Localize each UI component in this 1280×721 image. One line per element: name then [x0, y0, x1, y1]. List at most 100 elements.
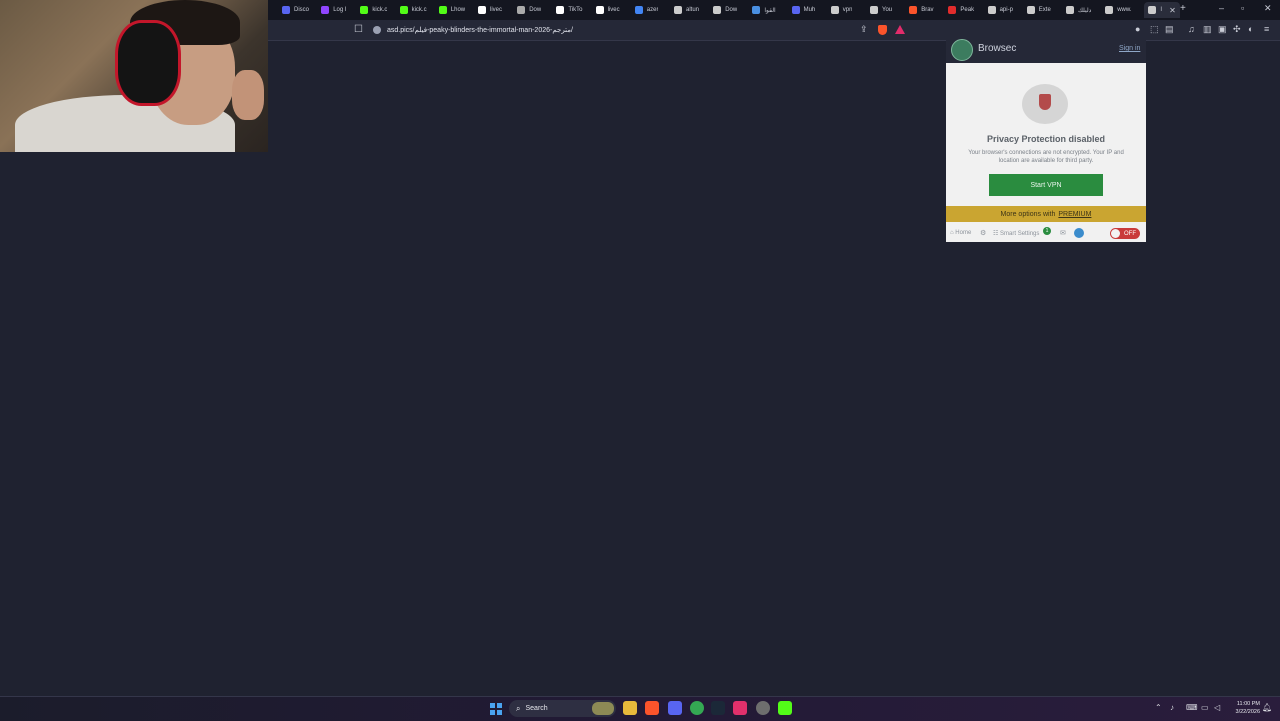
brave-shields-icon[interactable] — [878, 25, 887, 35]
tab-label: Peak — [960, 7, 975, 13]
close-window-button[interactable]: ✕ — [1264, 3, 1272, 14]
extensions-icon[interactable]: ⬚ — [1150, 24, 1159, 35]
browser-tab[interactable]: kick.c — [399, 2, 427, 18]
browser-tab[interactable]: TikTo — [556, 2, 583, 18]
brave-browser-icon[interactable] — [645, 701, 659, 715]
browser-tab[interactable]: livec — [595, 2, 620, 18]
browsec-header: Browsec Sign in — [946, 36, 1146, 63]
tab-label: azer — [646, 7, 659, 13]
browser-tab[interactable]: Brav — [909, 2, 934, 18]
tab-favicon-icon — [674, 6, 682, 14]
mail-icon[interactable]: ✉ — [1060, 229, 1066, 237]
vpn-icon[interactable]: ◐ — [1248, 24, 1253, 34]
browser-tab[interactable]: القوا — [752, 2, 776, 18]
premium-link[interactable]: PREMIUM — [1058, 211, 1091, 218]
close-tab-icon[interactable]: ✕ — [1169, 6, 1176, 15]
browser-tab[interactable]: Muh — [791, 2, 815, 18]
file-explorer-icon[interactable] — [623, 701, 637, 715]
display-icon[interactable]: ▭ — [1201, 703, 1209, 712]
browser-tab[interactable]: Dow — [517, 2, 541, 18]
start-vpn-button[interactable]: Start VPN — [989, 174, 1103, 196]
minimize-button[interactable]: – — [1219, 3, 1224, 13]
taskbar-search[interactable]: ⌕ Search — [509, 700, 616, 717]
address-bar[interactable]: asd.pics/فيلم-peaky-blinders-the-immorta… — [368, 22, 908, 38]
search-icon: ⌕ — [516, 703, 521, 713]
smart-settings-tab[interactable]: ☷ Smart Settings — [993, 230, 1039, 237]
reading-list-icon[interactable]: ▤ — [1165, 24, 1174, 35]
tab-label: Exte — [1038, 7, 1051, 13]
tray-overflow-icon[interactable]: ⌃ — [1155, 703, 1162, 712]
browser-tab[interactable]: Log I — [321, 2, 347, 18]
browser-tab[interactable]: دليلك — [1066, 2, 1091, 18]
discord-icon[interactable] — [668, 701, 682, 715]
clock-time: 11:00 PM — [1236, 701, 1260, 707]
steam-icon[interactable] — [711, 701, 725, 715]
browser-tab[interactable]: kick.c — [360, 2, 387, 18]
tab-favicon-icon — [1066, 6, 1074, 14]
sidebar-icon[interactable]: ▥ — [1203, 24, 1212, 35]
browser-tab[interactable]: api-p — [987, 2, 1013, 18]
more-options-banner[interactable]: More options with PREMIUM — [946, 206, 1146, 222]
site-info-icon[interactable] — [373, 26, 381, 34]
browser-tab[interactable]: Dow — [713, 2, 737, 18]
tab-label: Log I — [333, 7, 347, 13]
brave-rewards-icon[interactable] — [895, 25, 905, 34]
browser-tab[interactable]: I ✕ — [1144, 2, 1180, 18]
tab-label: TikTo — [568, 7, 583, 13]
tab-favicon-icon — [909, 6, 918, 14]
tab-favicon-icon — [830, 6, 839, 14]
puzzle-icon[interactable]: ✣ — [1233, 24, 1241, 35]
settings-icon[interactable]: ⚙ — [980, 229, 986, 237]
browser-tab[interactable]: Peak — [948, 2, 974, 18]
sign-in-link[interactable]: Sign in — [1119, 45, 1140, 52]
browsec-footer: ⌂ Home ⚙ ☷ Smart Settings 1 ✉ OFF — [946, 225, 1146, 242]
browser-tab[interactable]: altun — [674, 2, 699, 18]
toggle-knob — [1111, 229, 1120, 238]
browser-tab[interactable]: Exte — [1026, 2, 1051, 18]
browser-tab[interactable]: Lhow — [438, 2, 466, 18]
browser-tab[interactable]: azer — [634, 2, 659, 18]
protection-description: Your browser's connections are not encry… — [968, 150, 1124, 164]
vpn-toggle[interactable]: OFF — [1110, 228, 1140, 239]
url-text[interactable]: asd.pics/فيلم-peaky-blinders-the-immorta… — [387, 26, 573, 34]
tab-favicon-icon — [399, 6, 408, 14]
kick-icon[interactable] — [778, 701, 792, 715]
tab-favicon-icon — [791, 6, 800, 14]
bookmark-icon[interactable]: ☐ — [354, 24, 363, 35]
maximize-button[interactable]: ▫ — [1241, 3, 1244, 13]
telegram-icon[interactable] — [1074, 228, 1084, 238]
shield-emblem-icon — [1039, 94, 1051, 110]
keyboard-icon[interactable]: ⌨ — [1186, 703, 1198, 712]
browser-tab[interactable]: vpn — [830, 2, 852, 18]
browser-tab[interactable]: Disco — [282, 2, 309, 18]
tab-label: Lhow — [450, 7, 466, 13]
system-clock[interactable]: 11:00 PM 3/22/2026 — [1228, 700, 1260, 716]
record-icon[interactable]: ● — [1135, 24, 1140, 34]
wallet-icon[interactable]: ▣ — [1218, 24, 1227, 35]
toggle-label: OFF — [1124, 230, 1136, 237]
webcam-hand — [232, 70, 264, 120]
tab-label: دليلك — [1078, 7, 1092, 14]
microphone-icon[interactable]: ♪ — [1170, 703, 1174, 712]
volume-icon[interactable]: ◁ — [1214, 703, 1220, 712]
menu-icon[interactable]: ≡ — [1264, 24, 1269, 34]
tab-label: القوا — [764, 7, 776, 14]
search-label: Search — [525, 705, 548, 712]
media-icon[interactable]: ♫ — [1188, 24, 1195, 34]
browser-tab[interactable]: www. — [1105, 2, 1132, 18]
tab-favicon-icon — [713, 6, 722, 14]
chrome-icon[interactable] — [690, 701, 704, 715]
webcam-headset — [115, 20, 181, 106]
browser-tab[interactable]: livec — [478, 2, 502, 18]
tab-favicon-icon — [321, 6, 330, 14]
notification-bell-icon[interactable]: 🔔︎ — [1262, 703, 1272, 712]
obs-icon[interactable] — [756, 701, 770, 715]
tab-label: livec — [607, 7, 620, 13]
browser-tab[interactable]: You — [870, 2, 892, 18]
home-tab[interactable]: ⌂ Home — [950, 230, 971, 236]
new-tab-button[interactable]: + — [1180, 3, 1186, 14]
share-icon[interactable]: ⇪ — [860, 24, 868, 35]
browsec-popup: Browsec Sign in Privacy Protection disab… — [946, 36, 1146, 242]
tiktok-icon[interactable] — [733, 701, 747, 715]
windows-start-icon[interactable] — [490, 703, 502, 715]
